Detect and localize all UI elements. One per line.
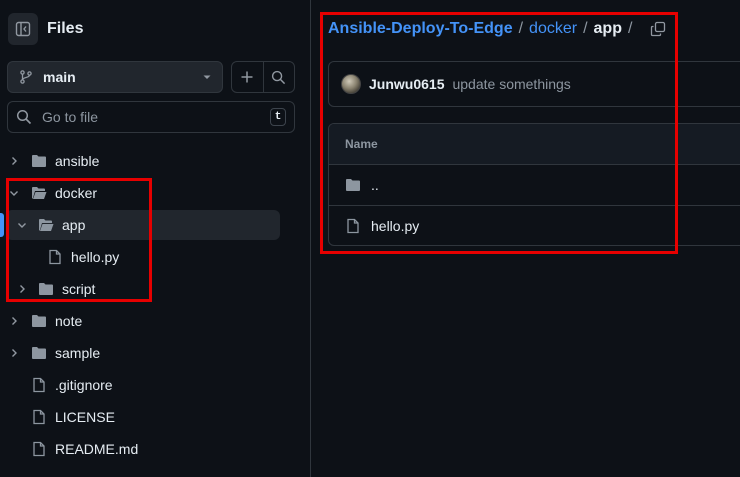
folder-icon — [38, 281, 54, 297]
search-icon — [272, 70, 286, 84]
caret-down-icon — [203, 75, 211, 79]
table-row[interactable]: .. — [329, 165, 740, 205]
breadcrumb-separator: / — [627, 20, 633, 37]
breadcrumb-current: app — [593, 20, 622, 37]
file-actions-group — [231, 61, 295, 93]
chevron-right-icon[interactable] — [14, 284, 30, 294]
column-header-name: Name — [329, 124, 740, 165]
parent-directory-link[interactable]: .. — [371, 177, 379, 193]
commit-message[interactable]: update somethings — [452, 76, 570, 92]
breadcrumb-separator: / — [518, 20, 524, 37]
branch-name: main — [43, 69, 76, 85]
sidebar-collapse-icon — [15, 21, 31, 37]
git-branch-icon — [20, 70, 32, 84]
folder-icon — [31, 313, 47, 329]
breadcrumb-repo-link[interactable]: Ansible-Deploy-To-Edge — [328, 20, 513, 38]
tree-item-app[interactable]: app — [14, 210, 85, 240]
folder-icon — [345, 177, 361, 193]
file-icon — [345, 218, 361, 234]
tree-item-docker[interactable]: docker — [6, 178, 97, 208]
folder-open-icon — [31, 185, 47, 201]
tree-item-gitignore[interactable]: .gitignore — [31, 370, 113, 400]
branch-selector[interactable]: main — [7, 61, 223, 93]
search-code-button[interactable] — [262, 62, 295, 92]
copy-icon — [651, 21, 666, 37]
go-to-file-search[interactable]: t — [7, 101, 295, 133]
chevron-down-icon[interactable] — [14, 220, 30, 230]
tree-item-license[interactable]: LICENSE — [31, 402, 115, 432]
tree-item-label: script — [62, 281, 96, 297]
search-icon — [16, 109, 32, 125]
tree-item-label: LICENSE — [55, 409, 115, 425]
tree-item-label: docker — [55, 185, 98, 201]
plus-icon — [241, 71, 253, 83]
file-icon — [31, 409, 47, 425]
chevron-down-icon[interactable] — [6, 188, 22, 198]
file-link[interactable]: hello.py — [371, 218, 419, 234]
breadcrumb-separator: / — [583, 20, 588, 37]
folder-icon — [31, 345, 47, 361]
tree-item-note[interactable]: note — [6, 306, 82, 336]
tree-item-script[interactable]: script — [14, 274, 95, 304]
directory-listing: Name .. hello.py — [328, 123, 740, 246]
latest-commit-bar: Junwu0615 update somethings — [328, 61, 740, 107]
sidebar-title: Files — [47, 20, 84, 37]
tree-item-label: ansible — [55, 153, 100, 169]
copy-path-button[interactable] — [650, 21, 666, 37]
chevron-right-icon[interactable] — [6, 156, 22, 166]
tree-item-label: README.md — [55, 441, 139, 457]
breadcrumb-folder-link[interactable]: docker — [529, 20, 577, 38]
file-icon — [31, 377, 47, 393]
chevron-right-icon[interactable] — [6, 348, 22, 358]
shortcut-key-badge: t — [270, 108, 286, 126]
add-file-button[interactable] — [232, 62, 263, 92]
collapse-sidebar-button[interactable] — [8, 13, 38, 45]
tree-item-label: .gitignore — [55, 377, 113, 393]
file-icon — [31, 441, 47, 457]
tree-item-hello-py[interactable]: hello.py — [47, 242, 119, 272]
tree-item-label: hello.py — [71, 249, 120, 265]
selected-indicator — [0, 213, 4, 237]
folder-open-icon — [38, 217, 54, 233]
file-tree-sidebar: Files main Go to file t ansible docker a… — [0, 0, 311, 477]
tree-item-sample[interactable]: sample — [6, 338, 100, 368]
file-icon — [47, 249, 63, 265]
github-file-browser: Files main Go to file t ansible docker a… — [0, 0, 740, 477]
tree-item-label: note — [55, 313, 83, 329]
tree-item-readme[interactable]: README.md — [31, 434, 138, 464]
tree-item-label: sample — [55, 345, 101, 361]
commit-author[interactable]: Junwu0615 — [369, 76, 444, 92]
go-to-file-input[interactable] — [40, 108, 270, 126]
tree-item-ansible[interactable]: ansible — [6, 146, 99, 176]
folder-icon — [31, 153, 47, 169]
chevron-right-icon[interactable] — [6, 316, 22, 326]
avatar[interactable] — [341, 74, 361, 94]
tree-item-label: app — [62, 217, 86, 233]
table-row[interactable]: hello.py — [329, 205, 740, 245]
breadcrumb: Ansible-Deploy-To-Edge / docker / app / — [328, 20, 666, 38]
